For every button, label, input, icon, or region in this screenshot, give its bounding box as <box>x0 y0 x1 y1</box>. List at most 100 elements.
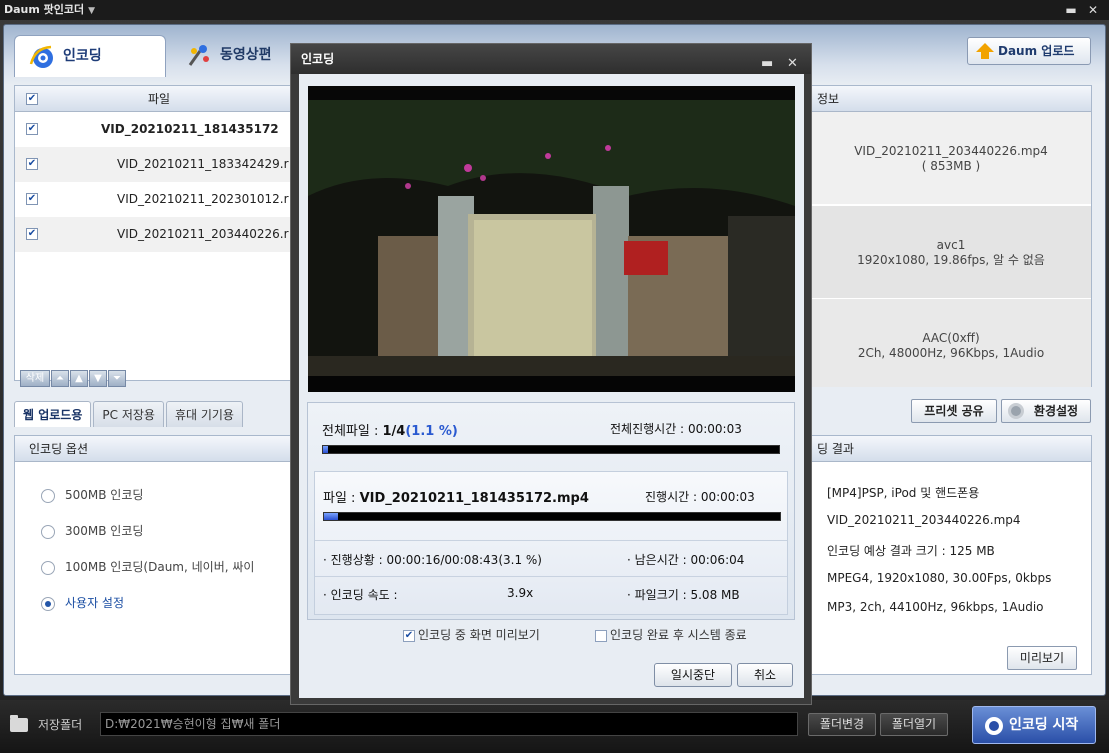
start-encoding-button[interactable]: 인코딩 시작 <box>972 706 1096 744</box>
folder-icon <box>10 715 28 732</box>
status-label: · 진행상황 : <box>323 553 383 567</box>
pause-button[interactable]: 일시중단 <box>654 663 732 687</box>
info-audio-codec: AAC(0xff) <box>922 331 980 345</box>
checkbox-checked-icon[interactable]: ✔ <box>403 629 415 642</box>
radio-icon[interactable] <box>41 560 55 575</box>
info-audio-detail: 2Ch, 48000Hz, 96Kbps, 1Audio <box>857 346 1045 360</box>
tab-video-edit-label: 동영상편 <box>220 47 272 63</box>
preset-tabs: 웹 업로드용 PC 저장용 휴대 기기용 <box>14 401 245 429</box>
start-encoding-label: 인코딩 시작 <box>1009 717 1079 733</box>
option-label: 500MB 인코딩 <box>65 488 144 502</box>
tab-encoding[interactable]: 인코딩 <box>14 35 166 77</box>
move-top-icon[interactable]: ⏶ <box>51 370 69 387</box>
dialog-title-bar: 인코딩 ▬ ✕ <box>291 44 811 74</box>
file-row[interactable]: ✔ VID_20210211_181435172 <box>15 112 303 147</box>
current-file-name: VID_20210211_181435172.mp4 <box>359 491 589 506</box>
video-preview <box>308 86 795 392</box>
shutdown-checkbox-label: 인코딩 완료 후 시스템 종료 <box>610 628 747 642</box>
encoding-options-header: 인코딩 옵션 <box>15 436 303 462</box>
total-time-value: 00:00:03 <box>687 422 742 436</box>
daum-upload-button[interactable]: Daum 업로드 <box>967 37 1091 65</box>
info-file-name: VID_20210211_203440226.mp4 <box>854 144 1048 158</box>
option-100mb[interactable]: 100MB 인코딩(Daum, 네이버, 싸이 <box>41 558 254 575</box>
result-line: [MP4]PSP, iPod 및 핸드폰용 <box>827 486 980 500</box>
move-bottom-icon[interactable]: ⏷ <box>108 370 126 387</box>
result-line: MP3, 2ch, 44100Hz, 96kbps, 1Audio <box>827 600 1044 614</box>
close-icon[interactable]: ✕ <box>1084 0 1102 20</box>
file-row[interactable]: ✔ VID_20210211_203440226.r <box>15 217 303 252</box>
shutdown-after-encoding[interactable]: 인코딩 완료 후 시스템 종료 <box>595 626 747 643</box>
delete-button[interactable]: 삭제 <box>20 370 50 387</box>
total-progress-bar <box>322 445 780 454</box>
option-custom[interactable]: 사용자 설정 <box>41 594 124 611</box>
dialog-title: 인코딩 <box>301 52 335 66</box>
file-checkbox[interactable]: ✔ <box>26 158 38 170</box>
filesize: · 파일크기 : 5.08 MB <box>627 586 740 603</box>
status-value: 00:00:16/00:08:43(3.1 %) <box>386 553 542 567</box>
daum-upload-label: Daum 업로드 <box>998 44 1075 58</box>
minimize-icon[interactable]: ▬ <box>1062 0 1080 20</box>
status: · 진행상황 : 00:00:16/00:08:43(3.1 %) <box>323 551 542 568</box>
divider <box>315 576 787 577</box>
encoding-options-panel: 인코딩 옵션 500MB 인코딩 300MB 인코딩 100MB 인코딩(Dau… <box>14 435 304 675</box>
preview-while-encoding[interactable]: ✔ 인코딩 중 화면 미리보기 <box>403 626 540 643</box>
menu-dropdown-icon[interactable]: ▼ <box>88 6 95 16</box>
file-label: 파일 : <box>323 491 356 506</box>
tab-pc-save[interactable]: PC 저장용 <box>93 401 164 427</box>
file-checkbox[interactable]: ✔ <box>26 123 38 135</box>
speed-value: 3.9x <box>507 586 534 600</box>
cancel-button[interactable]: 취소 <box>737 663 793 687</box>
radio-selected-icon[interactable] <box>41 596 55 611</box>
total-time-label: 전체진행시간 : <box>610 422 685 436</box>
file-progress-section: 파일 : VID_20210211_181435172.mp4 진행시간 : 0… <box>314 471 788 615</box>
file-time: 진행시간 : 00:00:03 <box>645 488 755 505</box>
remaining-label: · 남은시간 : <box>627 553 687 567</box>
select-all-checkbox[interactable]: ✔ <box>26 93 38 105</box>
tab-encoding-label: 인코딩 <box>63 48 102 64</box>
info-video-detail: 1920x1080, 19.86fps, 알 수 없음 <box>857 253 1045 267</box>
save-path-field[interactable]: D:₩2021₩승현이형 집₩새 폴더 <box>100 712 798 736</box>
result-panel: 딩 결과 [MP4]PSP, iPod 및 핸드폰용 VID_20210211_… <box>810 435 1092 675</box>
app-title: Daum 팟인코더 <box>4 3 85 16</box>
preview-checkbox-label: 인코딩 중 화면 미리보기 <box>418 628 540 642</box>
title-bar: Daum 팟인코더 ▼ ▬ ✕ <box>0 0 1109 20</box>
move-up-icon[interactable]: ▲ <box>70 370 88 387</box>
open-folder-button[interactable]: 폴더열기 <box>880 713 948 736</box>
app-window: Daum 팟인코더 ▼ ▬ ✕ 인코딩 동영상편 Daum 업로드 ✔ 파일 ✔… <box>0 0 1109 753</box>
radio-icon[interactable] <box>41 488 55 503</box>
option-label: 300MB 인코딩 <box>65 524 144 538</box>
preset-share-button[interactable]: 프리셋 공유 <box>911 399 997 423</box>
file-list-header: ✔ 파일 <box>15 86 303 112</box>
file-name: VID_20210211_202301012.r <box>117 192 289 206</box>
file-row[interactable]: ✔ VID_20210211_183342429.r <box>15 147 303 182</box>
file-row[interactable]: ✔ VID_20210211_202301012.r <box>15 182 303 217</box>
preview-button[interactable]: 미리보기 <box>1007 646 1077 670</box>
tab-mobile[interactable]: 휴대 기기용 <box>165 401 243 427</box>
remaining-value: 00:06:04 <box>690 553 745 567</box>
encoding-dialog: 인코딩 ▬ ✕ 전체파일: 1/4(1.1 %) 전체진행시간: 00:00… <box>290 43 812 705</box>
move-down-icon[interactable]: ▼ <box>89 370 107 387</box>
result-line: MPEG4, 1920x1080, 30.00Fps, 0kbps <box>827 571 1052 585</box>
settings-label: 환경설정 <box>1033 404 1079 418</box>
option-300mb[interactable]: 300MB 인코딩 <box>41 522 143 539</box>
tab-web-upload[interactable]: 웹 업로드용 <box>14 401 92 427</box>
radio-icon[interactable] <box>41 524 55 539</box>
info-audio-section: AAC(0xff) 2Ch, 48000Hz, 96Kbps, 1Audio <box>811 299 1091 387</box>
total-files-value: 1/4 <box>382 424 406 439</box>
info-file-size: ( 853MB ) <box>921 159 981 173</box>
option-label: 사용자 설정 <box>65 596 125 610</box>
file-checkbox[interactable]: ✔ <box>26 228 38 240</box>
checkbox-icon[interactable] <box>595 629 607 642</box>
file-checkbox[interactable]: ✔ <box>26 193 38 205</box>
settings-button[interactable]: 환경설정 <box>1001 399 1091 423</box>
option-500mb[interactable]: 500MB 인코딩 <box>41 486 143 503</box>
progress-panel: 전체파일 : 1/4(1.1 %) 전체진행시간 : 00:00:03 파일 :… <box>307 402 795 620</box>
file-progress-bar <box>323 512 781 521</box>
file-name: VID_20210211_203440226.r <box>117 227 289 241</box>
result-line: VID_20210211_203440226.mp4 <box>827 513 1021 527</box>
info-file-section: VID_20210211_203440226.mp4 ( 853MB ) <box>811 112 1091 204</box>
current-file: 파일 : VID_20210211_181435172.mp4 <box>323 487 589 506</box>
total-files-label: 전체파일 : <box>322 424 379 439</box>
filesize-value: 5.08 MB <box>690 588 740 602</box>
change-folder-button[interactable]: 폴더변경 <box>808 713 876 736</box>
